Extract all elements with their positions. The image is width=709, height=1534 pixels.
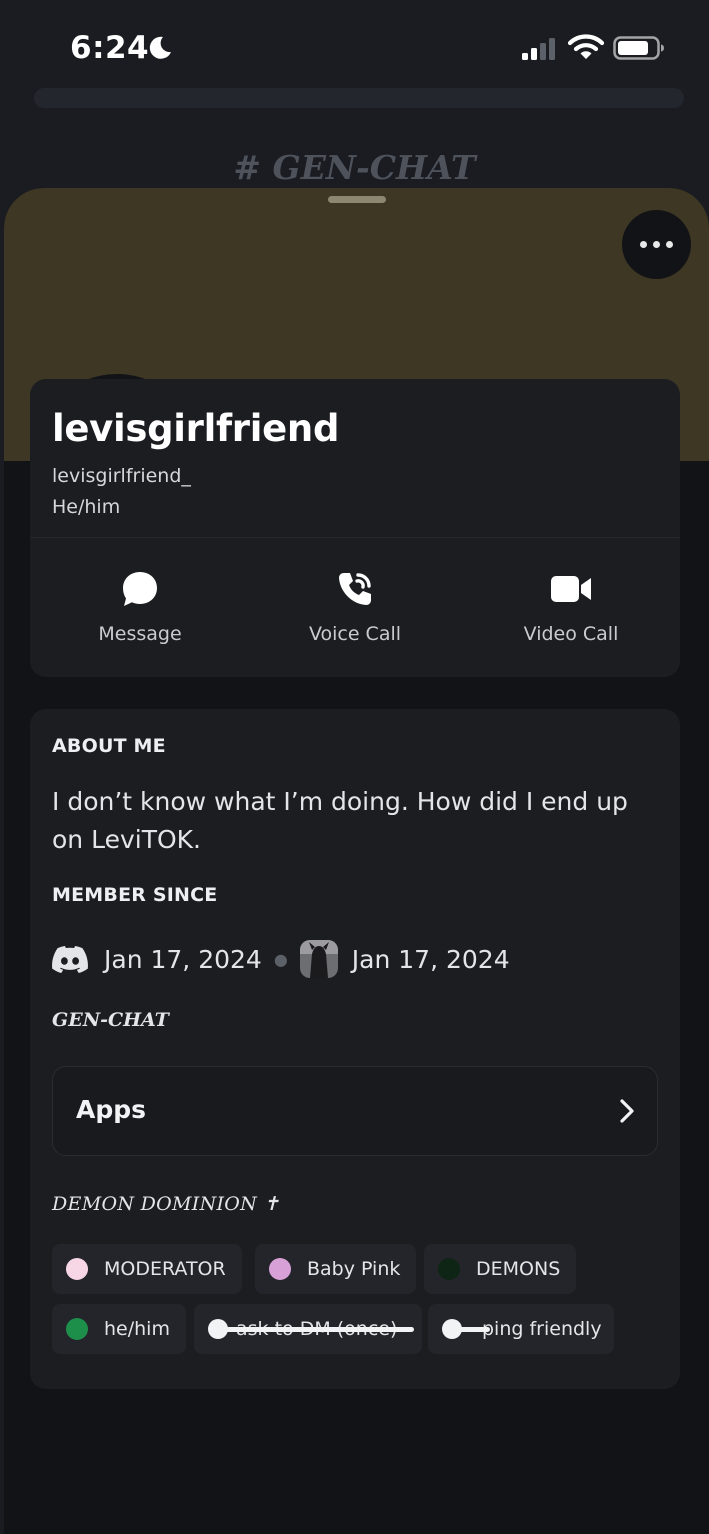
more-dot-icon (666, 241, 673, 248)
discord-logo-icon (52, 946, 88, 973)
wifi-icon (568, 34, 604, 59)
about-me-heading: ABOUT ME (52, 735, 166, 757)
card-divider (30, 537, 680, 538)
chat-bubble-icon (123, 572, 157, 606)
apps-label: Apps (76, 1095, 147, 1124)
separator-dot: ● (273, 949, 288, 969)
role-name: he/him (104, 1318, 170, 1340)
role-pill[interactable]: DEMONS (424, 1244, 577, 1294)
role-color-dot (66, 1258, 88, 1280)
voice-call-label: Voice Call (308, 623, 402, 645)
discord-member-date: Jan 17, 2024 (104, 944, 262, 974)
display-name: levisgirlfriend (52, 407, 340, 450)
role-name: Baby Pink (307, 1258, 401, 1280)
phone-call-icon (339, 573, 371, 605)
apps-row[interactable]: Apps (52, 1066, 658, 1156)
status-bar: 6:24 (0, 0, 709, 92)
server-icon (299, 940, 338, 978)
username[interactable]: levisgirlfriend_ (52, 465, 191, 487)
video-camera-icon (551, 576, 591, 602)
message-button[interactable]: Message (50, 569, 230, 645)
sheet-grabber-handle[interactable] (328, 196, 386, 203)
cell-signal-icon (522, 38, 555, 60)
strike-line (212, 1327, 414, 1332)
profile-screen: 6:24 # GEN-CHAT levisgirlfriend levisgir… (0, 0, 709, 1534)
member-since-heading: MEMBER SINCE (52, 884, 218, 906)
role-color-dot (208, 1319, 228, 1339)
identity-card: levisgirlfriend levisgirlfriend_ He/him … (30, 379, 680, 677)
role-name: DEMONS (476, 1258, 561, 1280)
about-me-bio: I don’t know what I’m doing. How did I e… (52, 787, 628, 854)
more-dot-icon (653, 241, 660, 248)
more-dot-icon (640, 241, 647, 248)
background-search-bar (34, 88, 684, 108)
role-name: MODERATOR (104, 1258, 226, 1280)
role-color-dot (66, 1318, 88, 1340)
role-color-dot (269, 1258, 291, 1280)
role-pill[interactable]: MODERATOR (52, 1244, 242, 1294)
pronouns: He/him (52, 496, 121, 518)
server-name: GEN-CHAT (52, 1009, 169, 1031)
role-pill[interactable]: Baby Pink (255, 1244, 417, 1294)
roles-heading: DEMON DOMINION ✝ (52, 1193, 280, 1215)
video-call-label: Video Call (523, 623, 619, 645)
role-color-dot (438, 1258, 460, 1280)
server-member-date: Jan 17, 2024 (351, 944, 510, 974)
member-since-row: Jan 17, 2024 ● Jan 17, 2024 (52, 939, 510, 979)
message-label: Message (98, 623, 182, 645)
role-color-dot (442, 1319, 462, 1339)
status-time: 6:24 (70, 30, 150, 66)
about-card: ABOUT ME I don’t know what I’m doing. Ho… (30, 709, 680, 1389)
role-pill[interactable]: he/him (52, 1304, 186, 1354)
video-call-button[interactable]: Video Call (481, 569, 661, 645)
chevron-right-icon (620, 1099, 634, 1123)
background-channel-title: # GEN-CHAT (233, 148, 476, 187)
more-options-button[interactable] (622, 210, 691, 279)
voice-call-button[interactable]: Voice Call (265, 569, 445, 645)
do-not-disturb-moon-icon (149, 36, 171, 59)
role-pill[interactable]: ask to DM (once) (194, 1304, 422, 1354)
server-avatar-image (299, 940, 338, 978)
role-pill[interactable]: ping friendly (428, 1304, 614, 1354)
battery-icon (613, 36, 664, 60)
